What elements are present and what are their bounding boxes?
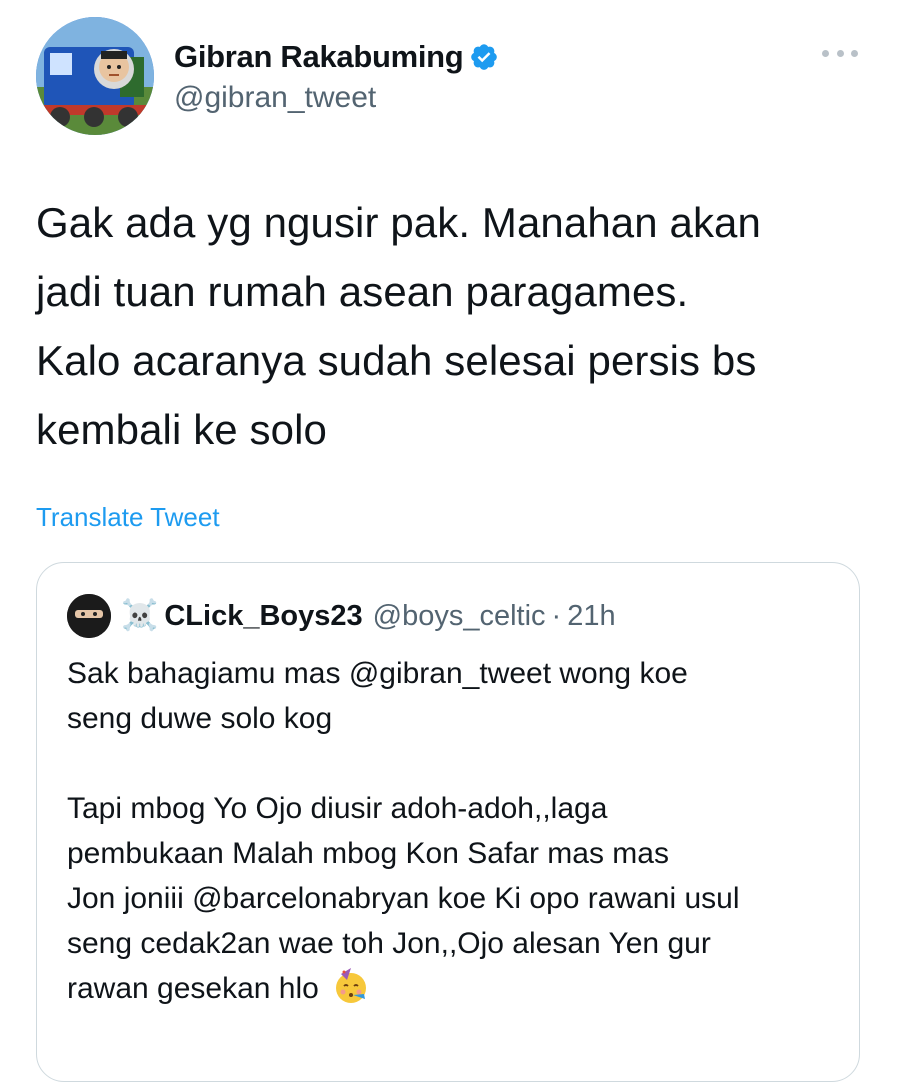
quote-handle[interactable]: @boys_celtic [373,600,546,633]
quote-text-line: seng duwe solo kog [67,702,333,735]
quote-text-line: seng cedak2an wae toh Jon,,Ojo alesan Ye… [67,927,711,960]
quote-header: ☠️ CLick_Boys23 @boys_celtic · 21h [67,593,616,639]
quote-display-name[interactable]: CLick_Boys23 [164,600,362,633]
dot [822,49,829,57]
display-name-row: Gibran Rakabuming [174,37,499,77]
translate-tweet-link[interactable]: Translate Tweet [36,502,220,533]
separator-dot: · [551,599,562,632]
quote-text-line: Tapi mbog Yo Ojo diusir adoh-adoh,,laga [67,792,608,825]
tweet-text-line: Gak ada yg ngusir pak. Manahan akan [36,199,761,246]
skull-crossbones-icon: ☠️ [121,598,159,633]
quote-text-line: Jon joniii @barcelonabryan koe Ki opo ra… [67,882,740,915]
tweet-text-line: kembali ke solo [36,406,327,453]
quote-timestamp[interactable]: 21h [567,600,615,633]
avatar[interactable] [36,17,154,135]
quote-text-line: rawan gesekan hlo [67,972,319,1005]
quote-text-line: Sak bahagiamu mas @gibran_tweet wong koe [67,657,688,690]
tweet-text-line: jadi tuan rumah asean paragames. [36,268,689,315]
quote-text-line: pembukaan Malah mbog Kon Safar mas mas [67,837,669,870]
tweet-header: Gibran Rakabuming @gibran_tweet [36,17,866,137]
dot [836,49,844,57]
tweet-text-line: Kalo acaranya sudah selesai persis bs [36,337,757,384]
quote-paragraph: Sak bahagiamu mas @gibran_tweet wong koe… [67,651,847,741]
handle[interactable]: @gibran_tweet [174,81,499,115]
more-options-icon[interactable] [822,47,858,59]
quote-paragraph: Tapi mbog Yo Ojo diusir adoh-adoh,,laga … [67,786,847,1011]
user-info: Gibran Rakabuming @gibran_tweet [174,37,499,115]
dot [851,49,858,57]
tweet: Gibran Rakabuming @gibran_tweet Gak ada … [0,0,899,1082]
quoted-tweet-card[interactable]: ☠️ CLick_Boys23 @boys_celtic · 21h Sak b… [36,562,860,1082]
quote-avatar[interactable] [67,594,111,638]
party-face-emoji-icon [331,966,371,1006]
display-name[interactable]: Gibran Rakabuming [174,39,464,75]
quote-text: Sak bahagiamu mas @gibran_tweet wong koe… [67,651,847,1011]
verified-badge-icon [469,42,499,72]
tweet-text: Gak ada yg ngusir pak. Manahan akan jadi… [36,188,876,464]
